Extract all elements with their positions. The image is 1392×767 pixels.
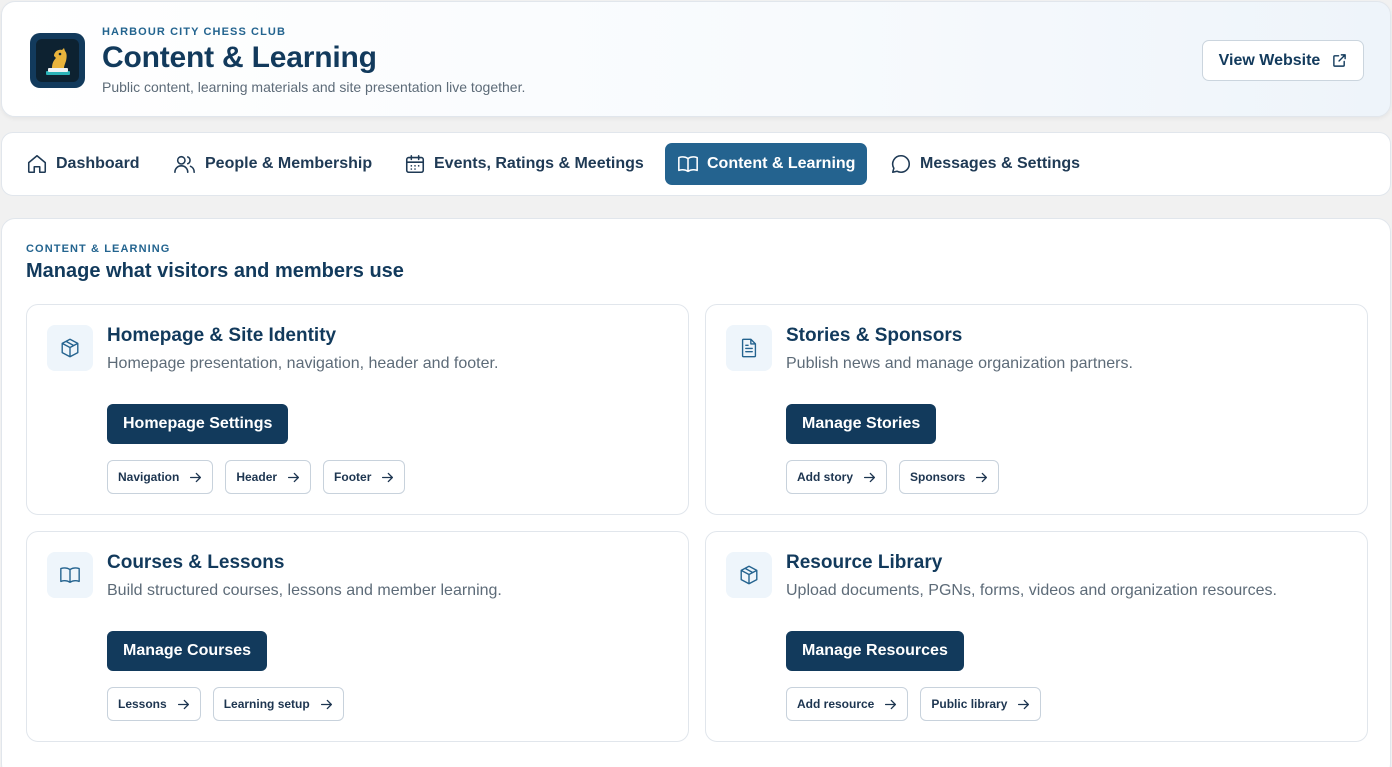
add-resource-link[interactable]: Add resource [786, 687, 909, 721]
arrow-right-icon [288, 472, 300, 482]
card-shortcuts: Add story Sponsors [786, 460, 1000, 494]
view-website-label: View Website [1218, 51, 1321, 69]
chip-label: Lessons [118, 697, 167, 711]
card-homepage-site-identity: Homepage & Site Identity Homepage presen… [26, 304, 689, 515]
tab-people-membership[interactable]: People & Membership [161, 143, 384, 185]
tab-content-learning-label: Content & Learning [707, 155, 856, 172]
public-library-link[interactable]: Public library [920, 687, 1042, 721]
club-name: HARBOUR CITY CHESS CLUB [102, 26, 286, 38]
tab-dashboard[interactable]: Dashboard [14, 143, 152, 185]
arrow-right-icon [382, 472, 394, 482]
card-title: Courses & Lessons [107, 552, 285, 573]
card-title: Resource Library [786, 552, 943, 573]
arrow-right-icon [177, 699, 189, 709]
club-logo [30, 33, 85, 88]
card-description: Homepage presentation, navigation, heade… [107, 355, 499, 372]
view-website-button[interactable]: View Website [1202, 40, 1364, 81]
header-link[interactable]: Header [225, 460, 312, 494]
card-courses-lessons: Courses & Lessons Build structured cours… [26, 531, 689, 742]
card-description: Upload documents, PGNs, forms, videos an… [786, 582, 1277, 599]
manage-resources-button[interactable]: Manage Resources [786, 631, 964, 671]
card-stories-sponsors: Stories & Sponsors Publish news and mana… [705, 304, 1368, 515]
content-panel: CONTENT & LEARNING Manage what visitors … [1, 218, 1391, 767]
calendar-icon [405, 154, 425, 174]
home-icon [27, 154, 47, 174]
section-eyebrow: CONTENT & LEARNING [26, 243, 171, 255]
card-description: Build structured courses, lessons and me… [107, 582, 502, 599]
page-title: Content & Learning [102, 41, 377, 74]
chip-label: Header [236, 470, 278, 484]
card-shortcuts: Lessons Learning setup [107, 687, 344, 721]
tab-events-ratings-meetings[interactable]: Events, Ratings & Meetings [392, 143, 656, 185]
add-story-link[interactable]: Add story [786, 460, 888, 494]
message-icon [891, 154, 910, 174]
manage-courses-button[interactable]: Manage Courses [107, 631, 268, 671]
arrow-right-icon [976, 472, 988, 482]
arrow-right-icon [190, 472, 202, 482]
arrow-right-icon [1018, 699, 1030, 709]
box-icon [61, 338, 79, 358]
chip-label: Add resource [797, 697, 875, 711]
tab-messages-settings[interactable]: Messages & Settings [878, 143, 1092, 185]
arrow-right-icon [863, 472, 876, 482]
footer-link[interactable]: Footer [323, 460, 406, 494]
users-icon [174, 155, 195, 174]
chip-label: Navigation [118, 470, 180, 484]
arrow-right-icon [320, 699, 332, 709]
sponsors-link[interactable]: Sponsors [899, 460, 1000, 494]
arrow-right-icon [885, 699, 897, 709]
tab-people-membership-label: People & Membership [205, 155, 373, 172]
page-subtitle: Public content, learning materials and s… [102, 79, 526, 95]
card-shortcuts: Add resource Public library [786, 687, 1042, 721]
external-link-icon [1333, 54, 1347, 67]
chip-label: Sponsors [910, 470, 966, 484]
card-title: Homepage & Site Identity [107, 325, 337, 346]
tab-content-learning[interactable]: Content & Learning [665, 143, 868, 185]
navigation-link[interactable]: Navigation [107, 460, 214, 494]
card-icon-wrapper [47, 552, 93, 598]
card-shortcuts: Navigation Header Footer [107, 460, 406, 494]
learning-setup-link[interactable]: Learning setup [212, 687, 344, 721]
tab-dashboard-label: Dashboard [56, 155, 140, 172]
box-icon [740, 565, 758, 585]
document-icon [741, 338, 757, 358]
book-icon [678, 156, 698, 173]
card-resource-library: Resource Library Upload documents, PGNs,… [705, 531, 1368, 742]
chip-label: Public library [931, 697, 1008, 711]
tab-messages-settings-label: Messages & Settings [920, 155, 1081, 172]
card-icon-wrapper [47, 325, 93, 371]
page-header: HARBOUR CITY CHESS CLUB Content & Learni… [1, 1, 1391, 117]
chip-label: Footer [334, 470, 372, 484]
main-tab-bar: Dashboard People & Membership Events, Ra… [1, 132, 1391, 196]
book-icon [60, 567, 80, 584]
card-icon-wrapper [726, 552, 772, 598]
section-title: Manage what visitors and members use [26, 260, 404, 282]
homepage-settings-button[interactable]: Homepage Settings [107, 404, 289, 444]
chip-label: Add story [797, 470, 854, 484]
lessons-link[interactable]: Lessons [107, 687, 201, 721]
card-title: Stories & Sponsors [786, 325, 963, 346]
card-icon-wrapper [726, 325, 772, 371]
manage-stories-button[interactable]: Manage Stories [786, 404, 937, 444]
chess-knight-icon [45, 47, 70, 75]
chip-label: Learning setup [223, 697, 310, 711]
card-description: Publish news and manage organization par… [786, 355, 1133, 372]
tab-events-ratings-meetings-label: Events, Ratings & Meetings [434, 155, 644, 172]
